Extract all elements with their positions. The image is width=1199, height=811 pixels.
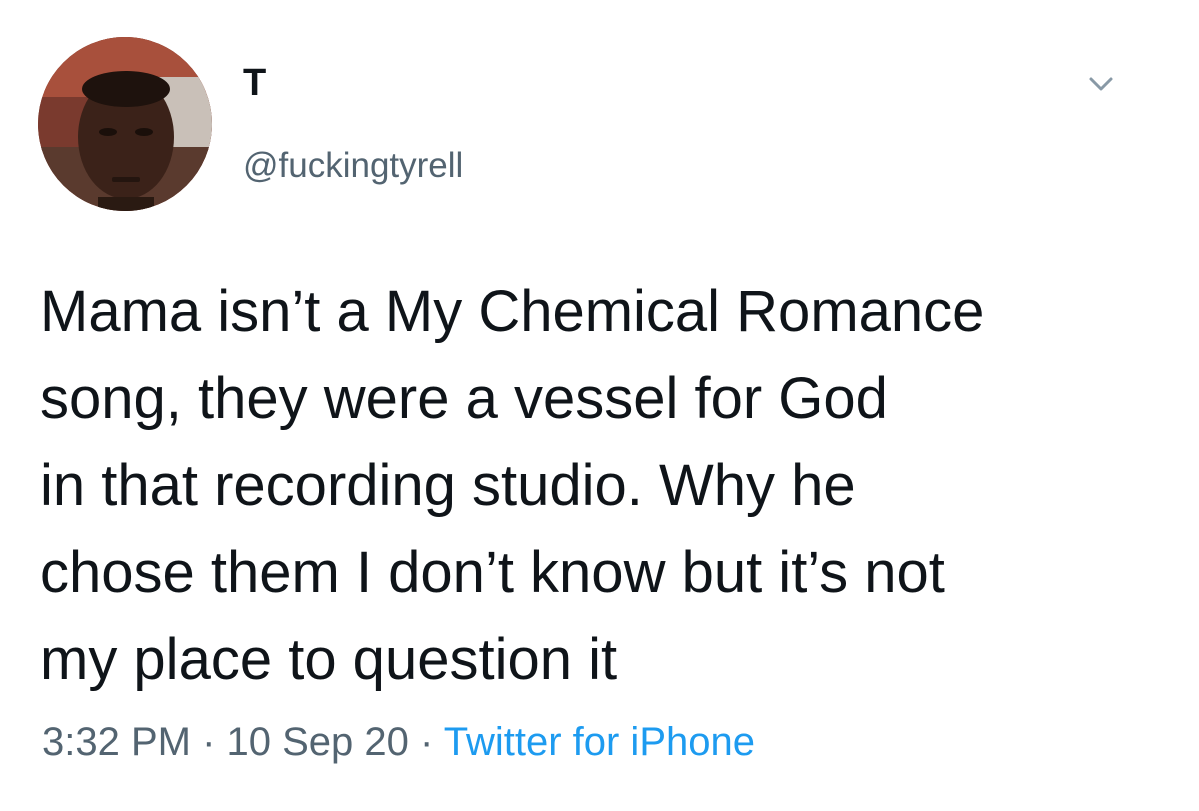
tweet-text: Mama isn’t a My Chemical Romance song, t… [40, 279, 985, 692]
avatar[interactable] [38, 37, 212, 211]
display-name[interactable]: T [243, 64, 266, 102]
tweet-meta: 3:32 PM · 10 Sep 20 · Twitter for iPhone [42, 722, 755, 762]
avatar-image [38, 37, 212, 211]
user-handle[interactable]: @fuckingtyrell [243, 148, 463, 183]
meta-separator: · [190, 720, 227, 764]
tweet-card: T @fuckingtyrell Mama isn’t a My Chemica… [0, 0, 1199, 811]
tweet-date[interactable]: 10 Sep 20 [227, 720, 409, 764]
meta-separator: · [408, 720, 444, 764]
tweet-source-link[interactable]: Twitter for iPhone [444, 720, 755, 764]
chevron-down-icon[interactable] [1083, 66, 1119, 102]
tweet-time[interactable]: 3:32 PM [42, 720, 191, 764]
